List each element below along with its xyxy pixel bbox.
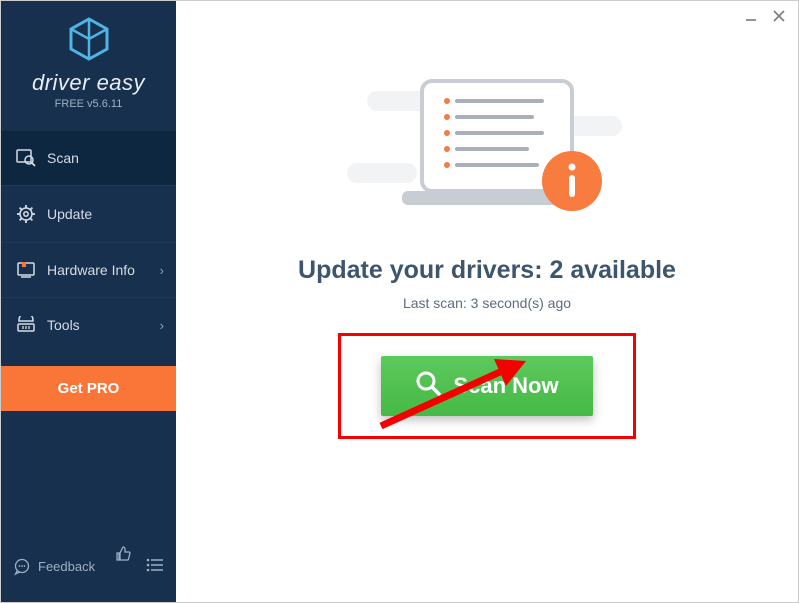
main-area: Update your drivers: 2 available Last sc… bbox=[176, 1, 798, 602]
scan-button-label: Scan Now bbox=[453, 373, 558, 399]
sidebar-item-tools[interactable]: Tools › bbox=[1, 297, 176, 352]
get-pro-button[interactable]: Get PRO bbox=[1, 366, 176, 411]
app-logo-icon bbox=[1, 17, 176, 66]
sidebar-item-label: Update bbox=[47, 206, 92, 222]
gear-icon bbox=[15, 204, 37, 224]
chevron-right-icon: › bbox=[160, 263, 164, 278]
sidebar-item-label: Scan bbox=[47, 150, 79, 166]
hardware-icon bbox=[15, 261, 37, 279]
sidebar-item-scan[interactable]: Scan bbox=[1, 130, 176, 185]
sidebar-item-update[interactable]: Update bbox=[1, 185, 176, 242]
list-icon[interactable] bbox=[146, 558, 164, 575]
content: Update your drivers: 2 available Last sc… bbox=[176, 1, 798, 439]
chevron-right-icon: › bbox=[160, 318, 164, 333]
magnifier-icon bbox=[415, 370, 441, 402]
sidebar-item-hardware-info[interactable]: Hardware Info › bbox=[1, 242, 176, 297]
thumbs-up-icon[interactable] bbox=[114, 545, 132, 566]
last-scan-text: Last scan: 3 second(s) ago bbox=[403, 295, 571, 311]
app-version: FREE v5.6.11 bbox=[1, 98, 176, 110]
sidebar: driver easy FREE v5.6.11 Scan bbox=[1, 1, 176, 602]
sidebar-item-label: Hardware Info bbox=[47, 262, 135, 278]
scan-highlight-box: Scan Now bbox=[338, 333, 635, 439]
sidebar-bottom: Feedback bbox=[1, 535, 176, 602]
window-controls bbox=[744, 9, 786, 27]
logo-area: driver easy FREE v5.6.11 bbox=[1, 1, 176, 120]
close-button[interactable] bbox=[772, 9, 786, 27]
sidebar-item-label: Tools bbox=[47, 317, 80, 333]
tools-icon bbox=[15, 316, 37, 334]
app-name: driver easy bbox=[1, 70, 176, 96]
scan-icon bbox=[15, 149, 37, 167]
laptop-illustration bbox=[347, 71, 627, 236]
nav-list: Scan Update bbox=[1, 130, 176, 535]
scan-now-button[interactable]: Scan Now bbox=[381, 356, 592, 416]
get-pro-label: Get PRO bbox=[58, 380, 120, 397]
feedback-label: Feedback bbox=[38, 559, 95, 574]
feedback-button[interactable]: Feedback bbox=[13, 558, 95, 576]
headline: Update your drivers: 2 available bbox=[298, 256, 676, 285]
chat-icon bbox=[13, 558, 31, 576]
minimize-button[interactable] bbox=[744, 9, 758, 27]
